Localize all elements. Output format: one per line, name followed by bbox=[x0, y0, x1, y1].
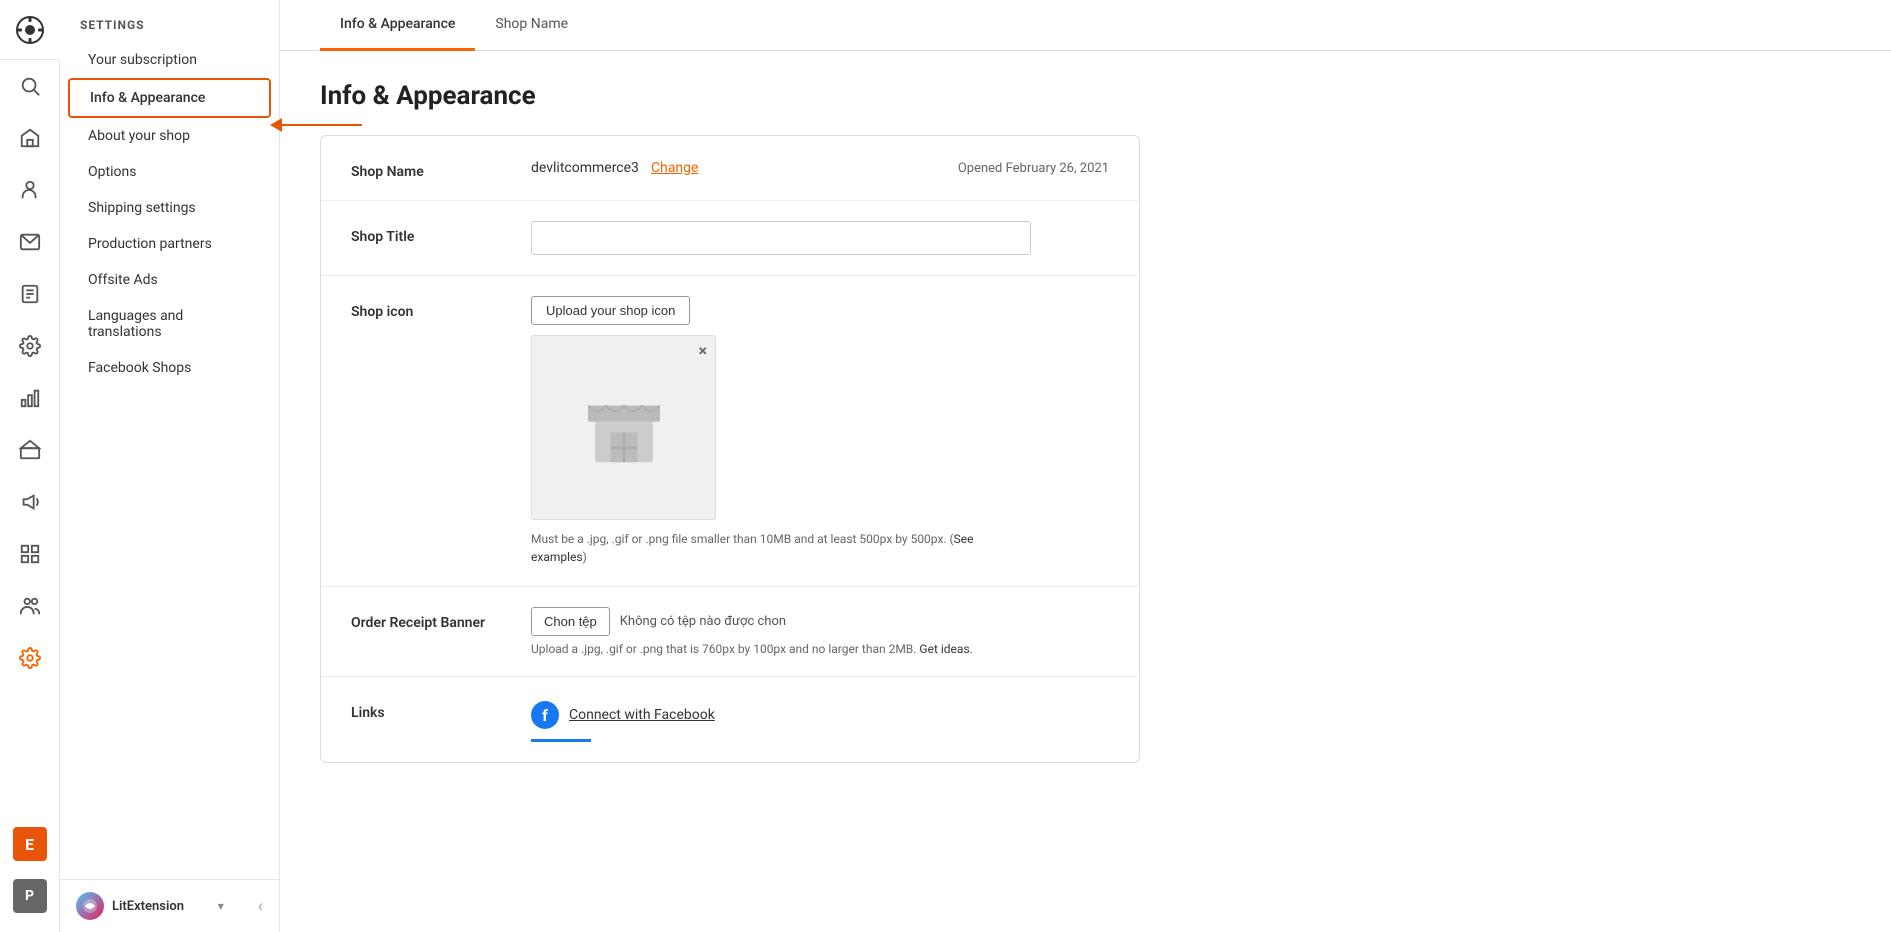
avatar-p-button[interactable]: P bbox=[0, 870, 60, 922]
shop-name-content: devlitcommerce3 Change Opened February 2… bbox=[531, 156, 1109, 176]
icon-bar-top bbox=[0, 60, 60, 818]
links-value: f Connect with Facebook bbox=[531, 697, 1109, 742]
shop-name-row: Shop Name devlitcommerce3 Change Opened … bbox=[321, 136, 1139, 201]
shop-name-text: devlitcommerce3 bbox=[531, 160, 639, 176]
brand-area: LitExtension bbox=[76, 892, 184, 920]
app-logo[interactable] bbox=[0, 0, 60, 60]
home-nav-icon[interactable] bbox=[0, 112, 60, 164]
shop-name-value-area: devlitcommerce3 Change Opened February 2… bbox=[531, 156, 1109, 176]
shop-icon-preview: × bbox=[531, 335, 716, 520]
get-ideas-link[interactable]: Get ideas bbox=[919, 642, 969, 656]
mail-nav-icon[interactable] bbox=[0, 216, 60, 268]
connect-facebook-link[interactable]: Connect with Facebook bbox=[569, 707, 715, 723]
settings-card: Shop Name devlitcommerce3 Change Opened … bbox=[320, 135, 1140, 763]
close-preview-icon[interactable]: × bbox=[699, 341, 708, 360]
order-receipt-value: Chon tệp Không có tệp nào được chon Uplo… bbox=[531, 607, 1109, 656]
upload-shop-icon-button[interactable]: Upload your shop icon bbox=[531, 296, 690, 325]
sidebar-item-offsite[interactable]: Offsite Ads bbox=[68, 262, 271, 298]
sidebar-item-options[interactable]: Options bbox=[68, 154, 271, 190]
shop-title-input[interactable] bbox=[531, 221, 1031, 255]
shop-icon-label: Shop icon bbox=[351, 296, 511, 320]
shop-placeholder-icon bbox=[579, 383, 669, 473]
settings-nav-icon[interactable] bbox=[0, 632, 60, 684]
sidebar-item-languages[interactable]: Languages and translations bbox=[68, 298, 271, 350]
shop-name-label: Shop Name bbox=[351, 156, 511, 180]
shop-icon-row: Shop icon Upload your shop icon × bbox=[321, 276, 1139, 587]
blue-line-indicator bbox=[531, 739, 591, 742]
icon-bar: E P bbox=[0, 0, 60, 932]
file-hint: Upload a .jpg, .gif or .png that is 760p… bbox=[531, 642, 1109, 656]
choose-file-button[interactable]: Chon tệp bbox=[531, 607, 610, 636]
shop-icon-value: Upload your shop icon × bbox=[531, 296, 1109, 566]
sidebar: SETTINGS Your subscription Info & Appear… bbox=[60, 0, 280, 932]
clipboard-nav-icon[interactable] bbox=[0, 268, 60, 320]
facebook-icon: f bbox=[531, 701, 559, 729]
avatar-e-button[interactable]: E bbox=[0, 818, 60, 870]
avatar-p: P bbox=[13, 879, 47, 913]
speaker-nav-icon[interactable] bbox=[0, 476, 60, 528]
sidebar-item-production[interactable]: Production partners bbox=[68, 226, 271, 262]
shop-title-label: Shop Title bbox=[351, 221, 511, 245]
sidebar-item-info-appearance[interactable]: Info & Appearance bbox=[68, 78, 271, 118]
avatar-e: E bbox=[13, 827, 47, 861]
chevron-icon[interactable]: ▾ bbox=[218, 899, 224, 913]
links-label: Links bbox=[351, 697, 511, 721]
shop-title-value bbox=[531, 221, 1109, 255]
icon-bar-bottom: E P bbox=[0, 818, 60, 932]
change-shop-name-link[interactable]: Change bbox=[651, 160, 698, 176]
sidebar-item-shipping[interactable]: Shipping settings bbox=[68, 190, 271, 226]
sidebar-footer: LitExtension ▾ ‹ bbox=[60, 879, 279, 932]
links-row: Links f Connect with Facebook bbox=[321, 677, 1139, 762]
grid-nav-icon[interactable] bbox=[0, 528, 60, 580]
file-input-area: Chon tệp Không có tệp nào được chon bbox=[531, 607, 1109, 636]
opened-date: Opened February 26, 2021 bbox=[958, 161, 1109, 176]
sidebar-item-about[interactable]: About your shop bbox=[68, 118, 271, 154]
collapse-sidebar-icon[interactable]: ‹ bbox=[258, 896, 263, 917]
sidebar-item-subscription[interactable]: Your subscription bbox=[68, 42, 271, 78]
order-receipt-banner-row: Order Receipt Banner Chon tệp Không có t… bbox=[321, 587, 1139, 677]
sidebar-item-facebook[interactable]: Facebook Shops bbox=[68, 350, 271, 386]
people-nav-icon[interactable] bbox=[0, 164, 60, 216]
order-receipt-label: Order Receipt Banner bbox=[351, 607, 511, 631]
page-content: Info & Appearance Shop Name devlitcommer… bbox=[280, 51, 1891, 793]
users-nav-icon[interactable] bbox=[0, 580, 60, 632]
shop-title-row: Shop Title bbox=[321, 201, 1139, 276]
tab-shop-name[interactable]: Shop Name bbox=[475, 0, 588, 51]
tab-info-appearance[interactable]: Info & Appearance bbox=[320, 0, 475, 51]
page-title: Info & Appearance bbox=[320, 81, 1851, 111]
chart-nav-icon[interactable] bbox=[0, 372, 60, 424]
no-file-text: Không có tệp nào được chon bbox=[620, 614, 786, 629]
search-nav-icon[interactable] bbox=[0, 60, 60, 112]
gear-nav-icon[interactable] bbox=[0, 320, 60, 372]
brand-name: LitExtension bbox=[112, 899, 184, 914]
brand-logo-icon bbox=[76, 892, 104, 920]
links-content: f Connect with Facebook bbox=[531, 697, 1109, 729]
bank-nav-icon[interactable] bbox=[0, 424, 60, 476]
main-content: Info & Appearance Shop Name Info & Appea… bbox=[280, 0, 1891, 932]
sidebar-heading: SETTINGS bbox=[60, 0, 279, 42]
shop-icon-hint: Must be a .jpg, .gif or .png file smalle… bbox=[531, 530, 1011, 566]
tabs-bar: Info & Appearance Shop Name bbox=[280, 0, 1891, 51]
